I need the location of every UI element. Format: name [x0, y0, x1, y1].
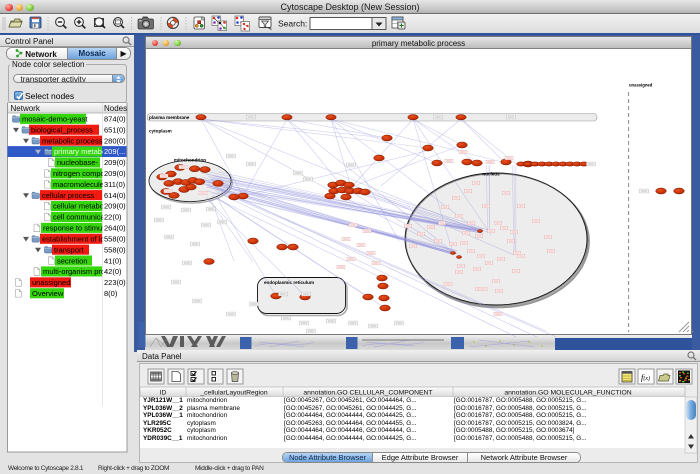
- svg-text:cell communicat: cell communicat: [53, 213, 108, 222]
- svg-text:42(0): 42(0): [104, 267, 122, 276]
- svg-text:_cellularLayoutRegion: _cellularLayoutRegion: [199, 389, 267, 396]
- svg-text:614(0): 614(0): [104, 191, 126, 200]
- svg-text:41(0): 41(0): [104, 256, 122, 265]
- svg-text:multi-organism pro: multi-organism pro: [43, 267, 105, 276]
- svg-text:Nodes: Nodes: [104, 104, 127, 113]
- svg-text:cellular process: cellular process: [42, 191, 94, 200]
- svg-text:nucleobase-: nucleobase-: [57, 158, 98, 167]
- svg-text:unassigned: unassigned: [629, 83, 653, 88]
- svg-text:209(...: 209(...: [104, 147, 125, 156]
- svg-text:secretion: secretion: [57, 256, 87, 265]
- svg-text:metabolic process: metabolic process: [42, 136, 103, 145]
- svg-text:Overview: Overview: [32, 289, 64, 298]
- svg-text:ID: ID: [160, 389, 167, 396]
- svg-text:264(0): 264(0): [104, 224, 126, 233]
- svg-text:280(0): 280(0): [104, 136, 126, 145]
- svg-text:209(0): 209(0): [104, 169, 126, 178]
- svg-text:annotation.GO CELLULAR_COMPONE: annotation.GO CELLULAR_COMPONENT: [303, 389, 432, 396]
- svg-text:mitochondrion: mitochondrion: [174, 158, 206, 163]
- svg-text:unassigned: unassigned: [32, 278, 70, 287]
- svg-text:8(0): 8(0): [104, 289, 118, 298]
- svg-text:651(0): 651(0): [104, 125, 126, 134]
- svg-text:558(0): 558(0): [104, 234, 126, 243]
- svg-text:874(0): 874(0): [104, 115, 126, 124]
- svg-text:nitrogen compo: nitrogen compo: [53, 169, 105, 178]
- svg-text:transport: transport: [54, 245, 85, 254]
- svg-text:plasma membrane: plasma membrane: [149, 115, 190, 120]
- svg-text:cellular metabo: cellular metabo: [53, 202, 104, 211]
- svg-text:response to stimulu: response to stimulu: [43, 224, 108, 233]
- svg-text:endoplasmic reticulum: endoplasmic reticulum: [264, 280, 314, 285]
- svg-text:primary metabo: primary metabo: [54, 147, 106, 156]
- svg-text:biological_process: biological_process: [31, 125, 93, 134]
- svg-text:209(0): 209(0): [104, 158, 126, 167]
- svg-text:nucleus: nucleus: [482, 172, 500, 177]
- svg-text:cytoplasm: cytoplasm: [149, 129, 172, 134]
- svg-text:209(0): 209(0): [104, 202, 126, 211]
- svg-text:223(0): 223(0): [104, 278, 126, 287]
- svg-text:annotation.GO MOLECULAR_FUNCTI: annotation.GO MOLECULAR_FUNCTION: [504, 389, 631, 396]
- svg-text:22(0): 22(0): [104, 213, 122, 222]
- svg-text:establishment of lo: establishment of lo: [42, 234, 105, 243]
- svg-text:Network: Network: [11, 104, 41, 113]
- svg-text:558(0): 558(0): [104, 245, 126, 254]
- svg-text:311(0): 311(0): [104, 180, 126, 189]
- svg-text:Search:: Search:: [278, 19, 307, 29]
- svg-text:macromolecule: macromolecule: [53, 180, 104, 189]
- svg-text:mosaic-demo-yeast: mosaic-demo-yeast: [22, 115, 88, 124]
